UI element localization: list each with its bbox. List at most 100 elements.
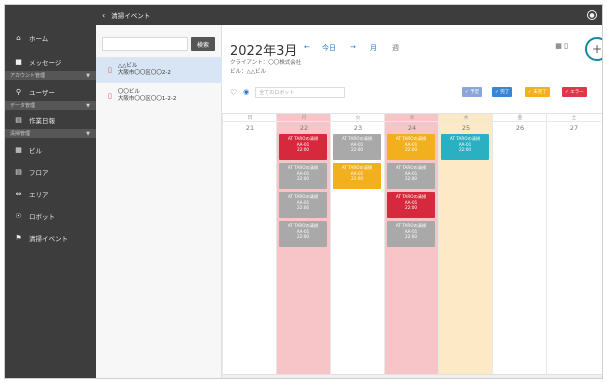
building-list-item[interactable]: ▯ △△ビル 大阪市〇〇区〇〇2-2 xyxy=(96,57,222,83)
check-icon: ✓ xyxy=(528,89,532,95)
day-of-week-label: 火 xyxy=(331,114,385,122)
next-button[interactable]: → xyxy=(350,43,356,51)
sidebar-item-message[interactable]: ■ メッセージ xyxy=(5,53,96,71)
day-number: 26 xyxy=(515,124,525,132)
calendar-event[interactable]: AT TAROの清掃 AA-01 22:00 xyxy=(279,163,327,189)
sidebar-item-floor[interactable]: ▤ フロア xyxy=(5,163,96,181)
account-icon[interactable]: ● xyxy=(587,10,597,20)
calendar-event[interactable]: AT TAROの清掃 AA-01 22:00 xyxy=(387,134,435,160)
chevron-left-icon[interactable]: ‹ xyxy=(102,11,105,20)
building-icon: ▯ xyxy=(108,66,112,74)
sidebar-item-label: ユーザー xyxy=(29,89,55,97)
calendar-event[interactable]: AT TAROの清掃 AA-01 22:00 xyxy=(387,163,435,189)
chip-label: エラー xyxy=(570,90,584,95)
event-text: 22:00 xyxy=(296,147,310,153)
calendar-event[interactable]: AT TAROの清掃 AA-01 22:00 xyxy=(333,134,381,160)
sidebar-item-user[interactable]: ⚲ ユーザー xyxy=(5,83,96,101)
caret-down-icon: ▼ xyxy=(86,102,90,109)
user-icon: ⚲ xyxy=(15,88,22,96)
status-chip-scheduled[interactable]: ✓ 予定 xyxy=(462,87,483,97)
building-icon: ▦ xyxy=(15,146,22,154)
floor-icon: ▤ xyxy=(15,168,22,176)
day-of-week-label: 水 xyxy=(385,114,439,122)
building-list-panel: 検索 ▯ △△ビル 大阪市〇〇区〇〇2-2 ▯ 〇〇ビル 大阪市〇〇区〇〇1-2… xyxy=(96,25,222,378)
building-search-input[interactable] xyxy=(102,37,188,51)
event-text: 22:00 xyxy=(404,234,418,240)
grid-view-icon[interactable]: ▦ ▯ xyxy=(555,42,568,50)
horizontal-scrollbar[interactable] xyxy=(222,374,602,378)
month-view-button[interactable]: 月 xyxy=(370,43,377,53)
client-label: クライアント：〇〇株式会社 xyxy=(230,60,302,66)
status-chip-incomplete[interactable]: ✓ 未完了 xyxy=(525,87,550,97)
section-label: データ管理 xyxy=(10,103,36,109)
building-address: 大阪市〇〇区〇〇2-2 xyxy=(117,70,171,76)
sidebar-item-label: エリア xyxy=(29,191,49,199)
calendar-event[interactable]: AT TAROの清掃 AA-01 22:00 xyxy=(279,221,327,247)
day-of-week-label: 金 xyxy=(493,114,547,122)
prev-button[interactable]: ← xyxy=(304,43,310,51)
event-text: 22:00 xyxy=(458,147,472,153)
sidebar-item-label: ロボット xyxy=(29,213,55,221)
event-text: 22:00 xyxy=(296,205,310,211)
sidebar-item-cleaning-event[interactable]: ⚑ 清掃イベント xyxy=(5,229,96,247)
event-text: 22:00 xyxy=(296,234,310,240)
chip-label: 予定 xyxy=(470,90,480,95)
check-icon: ✓ xyxy=(495,89,499,95)
search-button[interactable]: 検索 xyxy=(191,37,215,51)
status-chip-error[interactable]: ✓ エラー xyxy=(562,87,587,97)
day-of-week-label: 土 xyxy=(547,114,601,122)
sidebar-item-work-log[interactable]: ▤ 作業日報 xyxy=(5,111,96,129)
sidebar-item-home[interactable]: ⌂ ホーム xyxy=(5,29,96,47)
page-title: 清掃イベント xyxy=(111,12,151,20)
day-of-week-label: 月 xyxy=(277,114,331,122)
chip-label: 未完了 xyxy=(533,90,547,95)
robot-filter-select[interactable]: 全てのロボット xyxy=(255,86,346,98)
building-name: △△ビル xyxy=(117,63,138,69)
sidebar-item-building[interactable]: ▦ ビル xyxy=(5,141,96,159)
add-event-button[interactable]: + xyxy=(585,37,602,61)
event-text: 22:00 xyxy=(404,176,418,182)
calendar-event[interactable]: AT TAROの清掃 AA-01 22:00 xyxy=(387,192,435,218)
sidebar-section-data[interactable]: データ管理 ▼ xyxy=(5,101,96,110)
day-column[interactable]: 日 21 xyxy=(222,114,277,378)
calendar-event[interactable]: AT TAROの清掃 AA-01 22:00 xyxy=(279,192,327,218)
check-icon: ✓ xyxy=(565,89,569,95)
calendar-event[interactable]: AT TAROの清掃 AA-01 22:00 xyxy=(387,221,435,247)
eye-icon[interactable]: ◉ xyxy=(243,88,249,96)
status-chip-done[interactable]: ✓ 完了 xyxy=(492,87,513,97)
check-icon: ✓ xyxy=(465,89,469,95)
sidebar-section-account[interactable]: アカウント管理 ▼ xyxy=(5,71,96,80)
day-number: 27 xyxy=(569,124,579,132)
sidebar-item-label: 作業日報 xyxy=(29,117,55,125)
week-grid: 日 21 月 22 火 23 水 24 木 25 金 26 土 27 AT TAROの清掃 AA-01 22:0… xyxy=(222,113,602,378)
week-view-button[interactable]: 週 xyxy=(392,43,399,53)
day-of-week-label: 木 xyxy=(439,114,493,122)
sidebar-section-clean[interactable]: 清掃管理 ▼ xyxy=(5,129,96,138)
building-name: 〇〇ビル xyxy=(117,89,140,95)
event-text: 22:00 xyxy=(296,176,310,182)
cleaning-event-icon: ⚑ xyxy=(15,234,22,242)
calendar-event[interactable]: AT TAROの清掃 AA-01 22:00 xyxy=(441,134,489,160)
sidebar-item-label: メッセージ xyxy=(29,59,62,67)
today-button[interactable]: 今日 xyxy=(322,43,336,53)
building-icon: ▯ xyxy=(108,92,112,100)
robot-icon: ☉ xyxy=(15,212,22,220)
calendar-panel: 2022年3月 ← 今日 → 月 週 クライアント：〇〇株式会社 ビル：△△ビル… xyxy=(222,25,602,378)
building-address: 大阪市〇〇区〇〇1-2-2 xyxy=(117,96,177,102)
calendar-event[interactable]: AT TAROの清掃 AA-01 22:00 xyxy=(333,163,381,189)
message-icon: ■ xyxy=(15,58,22,66)
area-icon: ⇔ xyxy=(15,190,22,198)
sidebar-item-area[interactable]: ⇔ エリア xyxy=(5,185,96,203)
filter-row: ♡ ◉ 全てのロボット xyxy=(230,85,346,99)
day-column[interactable]: 土 27 xyxy=(546,114,601,378)
map-pin-icon[interactable]: ♡ xyxy=(230,88,237,97)
building-list-item[interactable]: ▯ 〇〇ビル 大阪市〇〇区〇〇1-2-2 xyxy=(96,83,222,109)
event-text: 22:00 xyxy=(404,205,418,211)
sidebar-item-label: ビル xyxy=(29,147,42,155)
day-column[interactable]: 金 26 xyxy=(492,114,547,378)
month-title: 2022年3月 xyxy=(230,44,298,59)
calendar-event[interactable]: AT TAROの清掃 AA-01 22:00 xyxy=(279,134,327,160)
sidebar-item-robot[interactable]: ☉ ロボット xyxy=(5,207,96,225)
day-number: 24 xyxy=(407,124,417,132)
event-text: 22:00 xyxy=(350,176,364,182)
